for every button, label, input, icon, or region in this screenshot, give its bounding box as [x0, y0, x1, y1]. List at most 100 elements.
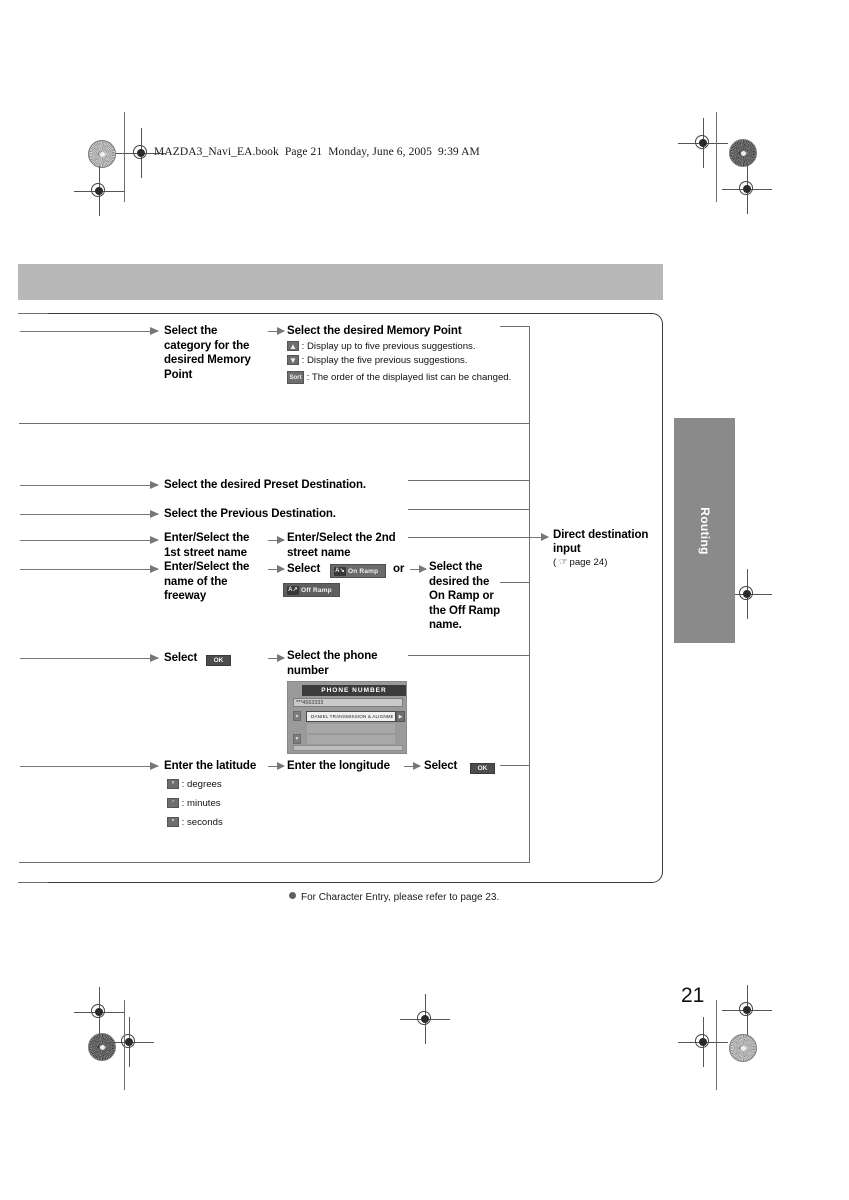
- up-arrow-key[interactable]: ▲: [287, 341, 299, 352]
- reference-page-text: page 24): [569, 557, 608, 568]
- registration-mark-right-middle: [722, 569, 772, 619]
- arrow-to-memory-point: [20, 327, 159, 335]
- phone-screen-title: PHONE NUMBER: [302, 685, 406, 696]
- character-entry-footnote-text: For Character Entry, please refer to pag…: [301, 892, 500, 903]
- phone-list-scroll-down[interactable]: ▼: [293, 734, 301, 744]
- registration-mark-right-upper: [722, 164, 772, 214]
- off-ramp-button[interactable]: A↗ Off Ramp: [283, 581, 340, 599]
- phone-number-value: ***4563333: [296, 700, 324, 706]
- down-arrow-key[interactable]: ▼: [287, 355, 299, 366]
- memory-point-note-1: ▲ : Display up to five previous suggesti…: [287, 340, 476, 353]
- ramp-or-label: or: [393, 563, 405, 575]
- seconds-key[interactable]: ″: [167, 817, 179, 828]
- degrees-key[interactable]: °: [167, 779, 179, 790]
- step-ramp-select-label: Select: [287, 563, 321, 575]
- arrow-to-poi-ok: [20, 654, 159, 662]
- on-ramp-button[interactable]: A↘ On Ramp: [330, 562, 387, 580]
- coordinates-note-1-text: : degrees: [181, 779, 222, 790]
- pointing-hand-icon: ☞: [558, 557, 568, 568]
- frame-left-mask: [17, 312, 47, 884]
- section-title-band: [18, 264, 663, 300]
- character-entry-footnote: For Character Entry, please refer to pag…: [289, 892, 499, 903]
- connector-row6: [408, 655, 530, 656]
- step-previous-destination: Select the Previous Destination.: [164, 508, 336, 520]
- phone-screen-bottom-bar: [293, 745, 403, 751]
- print-rosette-top-left: [88, 140, 116, 168]
- step-enter-longitude: Enter the longitude: [287, 760, 390, 772]
- coordinates-note-2-text: : minutes: [181, 798, 221, 809]
- arrow-to-previous-destination: [20, 510, 159, 518]
- step-select-ramp-name: Select the desired the On Ramp or the Of…: [429, 561, 500, 632]
- on-ramp-icon: A↘: [334, 567, 346, 577]
- side-tab-routing-label: Routing: [697, 506, 712, 555]
- arrow-memory-point-to-select: [268, 327, 285, 335]
- sort-key[interactable]: Sort: [287, 371, 304, 384]
- memory-point-note-1-text: : Display up to five previous suggestion…: [301, 341, 476, 352]
- step-preset-destination: Select the desired Preset Destination.: [164, 479, 366, 491]
- step-memory-point-category: Select the category for the desired Memo…: [164, 325, 251, 381]
- minutes-key[interactable]: ′: [167, 798, 179, 809]
- step-1st-street-name: Enter/Select the 1st street name: [164, 532, 250, 559]
- row-divider-2: [19, 862, 529, 863]
- bullet-icon: [289, 892, 296, 899]
- row-divider-1: [19, 423, 529, 424]
- arrow-to-latitude: [20, 762, 159, 770]
- step-enter-latitude: Enter the latitude: [164, 760, 257, 772]
- step-direct-destination-input-line2: input: [553, 543, 581, 555]
- connector-row1: [500, 326, 530, 327]
- registration-mark-bottom-right: [722, 985, 772, 1035]
- registration-mark-bottom-center: [400, 994, 450, 1044]
- coordinates-note-3-text: : seconds: [181, 817, 223, 828]
- step-poi-select-label: Select: [164, 652, 198, 664]
- print-rosette-top-right: [729, 139, 757, 167]
- phone-list-next-button[interactable]: ▶: [396, 711, 405, 722]
- connector-row3: [408, 509, 530, 510]
- phone-list-row-selected[interactable]: DANIEL TRANSMISSION & ALIGNMEN: [306, 711, 396, 722]
- arrow-1st-to-2nd-street: [268, 536, 285, 544]
- step-select-memory-point: Select the desired Memory Point: [287, 325, 462, 337]
- memory-point-note-2: ▼ : Display the five previous suggestion…: [287, 354, 468, 367]
- off-ramp-icon: A↗: [287, 586, 299, 596]
- memory-point-note-3-text: : The order of the displayed list can be…: [306, 372, 512, 384]
- arrow-latitude-to-longitude: [268, 762, 285, 770]
- connector-row7: [500, 765, 530, 766]
- ok-key-poi: OK: [206, 655, 231, 667]
- step-coordinates-select-label: Select: [424, 760, 458, 772]
- page-number: 21: [681, 984, 705, 1007]
- frame-open-edge-bottom: [18, 882, 48, 883]
- arrow-to-1st-street: [20, 536, 159, 544]
- connector-row5: [500, 582, 530, 583]
- print-rosette-bottom-left: [88, 1033, 116, 1061]
- on-ramp-label: On Ramp: [348, 567, 379, 575]
- print-rosette-bottom-right: [729, 1034, 757, 1062]
- memory-point-note-2-text: : Display the five previous suggestions.: [301, 355, 468, 366]
- step-2nd-street-name: Enter/Select the 2nd street name: [287, 532, 396, 559]
- phone-list-scroll-up[interactable]: ▲: [293, 711, 301, 721]
- book-header-line: MAZDA3_Navi_EA.book Page 21 Monday, June…: [154, 146, 480, 158]
- step-select-phone-number: Select the phone number: [287, 650, 378, 677]
- connector-row2: [408, 480, 530, 481]
- merge-bus-vertical: [529, 326, 530, 863]
- arrow-ramp-to-select-name: [410, 565, 427, 573]
- coordinates-ok-button[interactable]: OK: [470, 760, 495, 778]
- arrow-to-direct-destination-input: [530, 533, 549, 541]
- registration-mark-bottom-left: [74, 987, 124, 1037]
- direct-destination-page-reference: ( ☞ page 24): [553, 556, 607, 569]
- coordinates-note-3: ″ : seconds: [167, 816, 223, 829]
- registration-mark-bottom-inner-left: [104, 1017, 154, 1067]
- phone-list-row-selected-text: DANIEL TRANSMISSION & ALIGNMEN: [311, 714, 393, 719]
- registration-mark-top-left: [116, 128, 166, 178]
- trim-line-top-right: [716, 112, 717, 202]
- phone-list-row-empty-2[interactable]: [306, 734, 396, 745]
- arrow-poi-to-phone: [268, 654, 285, 662]
- phone-number-screen: PHONE NUMBER ***4563333 ▲ ▼ DANIEL TRANS…: [287, 681, 407, 754]
- side-tab-routing[interactable]: Routing: [674, 418, 735, 643]
- memory-point-note-3: Sort : The order of the displayed list c…: [287, 371, 511, 384]
- trim-line-bottom-right: [716, 1000, 717, 1090]
- off-ramp-label: Off Ramp: [301, 586, 332, 594]
- phone-number-input[interactable]: ***4563333: [293, 698, 403, 707]
- poi-ok-button[interactable]: OK: [206, 652, 231, 670]
- connector-row4: [408, 537, 530, 538]
- phone-list-row-empty-1[interactable]: [306, 723, 396, 734]
- arrow-freeway-to-ramp-select: [268, 565, 285, 573]
